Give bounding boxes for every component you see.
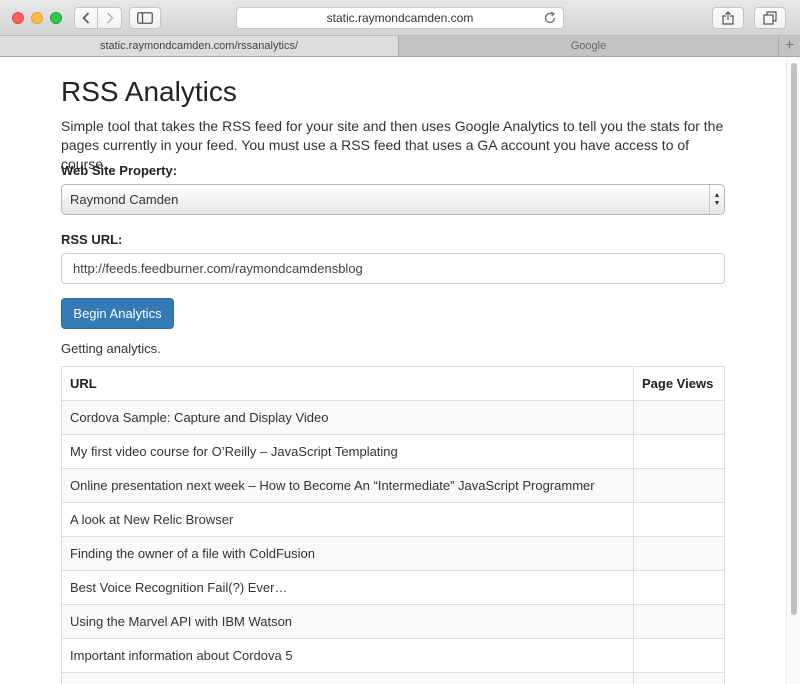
- vertical-scrollbar[interactable]: [786, 57, 800, 684]
- row-views: [633, 570, 725, 605]
- table-row: Important information about Cordova 5: [61, 638, 725, 673]
- table-row: Online presentation next week – How to B…: [61, 468, 725, 503]
- property-select-value: Raymond Camden: [70, 192, 179, 207]
- row-url: Best Voice Recognition Fail(?) Ever…: [61, 570, 634, 605]
- sidebar-icon: [137, 12, 153, 24]
- tabs-overview-button[interactable]: [754, 7, 786, 29]
- table-row: My first video course for O’Reilly – Jav…: [61, 434, 725, 469]
- reload-icon[interactable]: [543, 11, 557, 25]
- row-url: Important information about Cordova 5: [61, 638, 634, 673]
- tab-google[interactable]: Google: [399, 36, 778, 56]
- row-url: My first video course for O’Reilly – Jav…: [61, 434, 634, 469]
- select-arrows-icon: ▲ ▼: [709, 185, 724, 214]
- results-table: URL Page Views Cordova Sample: Capture a…: [61, 366, 725, 684]
- status-text: Getting analytics.: [61, 341, 161, 356]
- navigation-buttons: [74, 7, 122, 29]
- sidebar-button[interactable]: [129, 7, 161, 29]
- row-views: [633, 638, 725, 673]
- begin-analytics-button[interactable]: Begin Analytics: [61, 298, 174, 329]
- row-views: [633, 468, 725, 503]
- row-views: [633, 672, 725, 684]
- address-bar[interactable]: static.raymondcamden.com: [236, 7, 564, 29]
- chevron-left-icon: [82, 12, 90, 24]
- row-url: Finding the owner of a file with ColdFus…: [61, 536, 634, 571]
- header-page-views: Page Views: [633, 366, 725, 401]
- browser-window: static.raymondcamden.com static.raymondc…: [0, 0, 800, 684]
- table-row: Best Voice Recognition Fail(?) Ever…: [61, 570, 725, 605]
- tab-bar: static.raymondcamden.com/rssanalytics/ G…: [0, 36, 800, 57]
- rss-url-label: RSS URL:: [61, 232, 123, 247]
- new-tab-button[interactable]: +: [778, 36, 800, 56]
- maximize-window-button[interactable]: [50, 12, 62, 24]
- table-row: Finding the owner of a file with ColdFus…: [61, 536, 725, 571]
- scrollbar-thumb[interactable]: [791, 63, 797, 615]
- row-views: [633, 502, 725, 537]
- page-title: RSS Analytics: [61, 76, 237, 107]
- table-header-row: URL Page Views: [61, 366, 725, 401]
- minimize-window-button[interactable]: [31, 12, 43, 24]
- table-row: Cordova Sample: Capture and Display Vide…: [61, 400, 725, 435]
- share-icon: [722, 11, 734, 25]
- rss-url-value: http://feeds.feedburner.com/raymondcamde…: [73, 261, 363, 276]
- tabs-icon: [763, 11, 777, 25]
- share-button[interactable]: [712, 7, 744, 29]
- row-url: Online presentation next week – How to B…: [61, 468, 634, 503]
- row-url: Cordova Sample: Capture and Display Vide…: [61, 400, 634, 435]
- back-button[interactable]: [74, 7, 98, 29]
- row-views: [633, 400, 725, 435]
- forward-button[interactable]: [98, 7, 122, 29]
- table-row: Using the Marvel API with IBM Watson: [61, 604, 725, 639]
- row-views: [633, 604, 725, 639]
- page-content: RSS Analytics Simple tool that takes the…: [0, 57, 800, 684]
- property-label: Web Site Property:: [61, 163, 178, 178]
- table-row: A look at New Relic Browser: [61, 502, 725, 537]
- property-select[interactable]: Raymond Camden ▲ ▼: [61, 184, 725, 215]
- row-views: [633, 434, 725, 469]
- header-url: URL: [61, 366, 634, 401]
- row-url: [61, 672, 634, 684]
- row-views: [633, 536, 725, 571]
- address-text: static.raymondcamden.com: [326, 11, 474, 25]
- row-url: A look at New Relic Browser: [61, 502, 634, 537]
- browser-toolbar: static.raymondcamden.com: [0, 0, 800, 36]
- close-window-button[interactable]: [12, 12, 24, 24]
- row-url: Using the Marvel API with IBM Watson: [61, 604, 634, 639]
- tab-rssanalytics[interactable]: static.raymondcamden.com/rssanalytics/: [0, 36, 399, 56]
- rss-url-input[interactable]: http://feeds.feedburner.com/raymondcamde…: [61, 253, 725, 284]
- chevron-right-icon: [106, 12, 114, 24]
- table-row: [61, 672, 725, 684]
